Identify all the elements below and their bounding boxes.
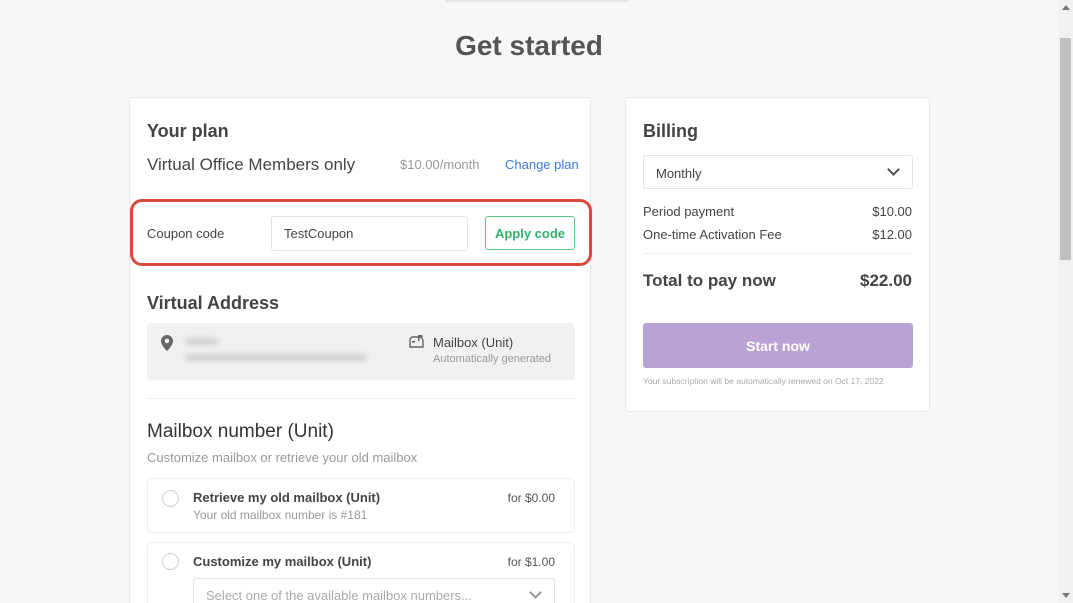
section-divider: [147, 398, 575, 399]
billing-period-value: Monthly: [656, 166, 702, 181]
coupon-highlight-frame: [130, 199, 592, 266]
option-price: for $0.00: [507, 491, 555, 505]
chevron-down-icon: [887, 163, 900, 176]
mailbox-icon: [409, 335, 424, 348]
virtual-address-heading: Virtual Address: [147, 293, 280, 313]
billing-period-select[interactable]: Monthly: [643, 155, 913, 189]
page-scrollbar[interactable]: [1058, 0, 1073, 603]
plan-name: Virtual Office Members only: [147, 155, 356, 174]
billing-heading: Billing: [643, 121, 698, 141]
option-price: for $1.00: [507, 555, 555, 569]
total-label: Total to pay now: [643, 271, 776, 290]
scrollbar-thumb[interactable]: [1060, 38, 1071, 260]
plan-card: Your plan Virtual Office Members only $1…: [129, 97, 591, 603]
retrieve-mailbox-radio[interactable]: [162, 490, 179, 507]
top-tab-edge: [445, 0, 629, 2]
billing-divider: [643, 253, 913, 254]
select-placeholder: Select one of the available mailbox numb…: [206, 588, 472, 603]
scroll-down-arrow-icon[interactable]: [1062, 593, 1070, 598]
retrieve-old-mailbox-option[interactable]: Retrieve my old mailbox (Unit) Your old …: [147, 478, 575, 533]
your-plan-heading: Your plan: [147, 121, 229, 141]
billing-card: Billing Monthly Period payment $10.00 On…: [625, 97, 930, 412]
period-payment-value: $10.00: [872, 204, 912, 219]
mailbox-unit-sub: Automatically generated: [433, 353, 552, 365]
page-title: Get started: [455, 30, 603, 61]
renewal-note: Your subscription will be automatically …: [643, 376, 884, 386]
start-now-button[interactable]: Start now: [643, 323, 913, 368]
chevron-down-icon: [529, 586, 542, 599]
period-payment-label: Period payment: [643, 204, 735, 219]
virtual-address-box: Mailbox (Unit) Automatically generated: [147, 323, 575, 380]
scroll-up-arrow-icon[interactable]: [1062, 5, 1070, 10]
customize-mailbox-radio[interactable]: [162, 553, 179, 570]
total-value: $22.00: [860, 271, 912, 290]
location-pin-icon: [161, 335, 173, 351]
plan-price: $10.00/month: [400, 157, 480, 172]
mailbox-number-select[interactable]: Select one of the available mailbox numb…: [193, 578, 555, 603]
option-sub: Your old mailbox number is #181: [193, 508, 368, 522]
customize-mailbox-option[interactable]: Customize my mailbox (Unit) for $1.00 Se…: [147, 542, 575, 603]
redacted-address-line-2: [185, 354, 367, 361]
activation-fee-value: $12.00: [872, 227, 912, 242]
mailbox-unit-label: Mailbox (Unit): [433, 335, 514, 350]
option-title: Customize my mailbox (Unit): [193, 554, 372, 569]
mailbox-number-heading: Mailbox number (Unit): [147, 421, 334, 442]
mailbox-number-subheading: Customize mailbox or retrieve your old m…: [147, 450, 418, 465]
change-plan-link[interactable]: Change plan: [505, 157, 579, 172]
redacted-address-line-1: [185, 338, 219, 345]
option-title: Retrieve my old mailbox (Unit): [193, 490, 381, 505]
activation-fee-label: One-time Activation Fee: [643, 227, 782, 242]
